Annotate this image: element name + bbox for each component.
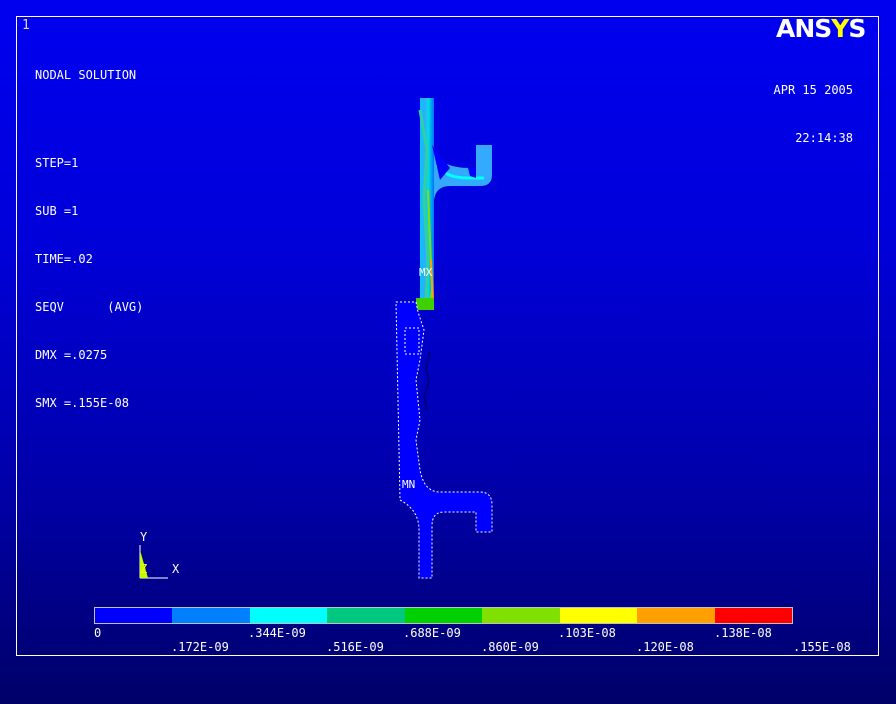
legend-color-segment (95, 608, 173, 623)
contour-legend-bar (94, 607, 793, 624)
legend-label: .688E-09 (403, 626, 461, 640)
legend-color-segment (249, 608, 328, 623)
legend-label: 0 (94, 626, 102, 640)
min-marker: MN (402, 478, 416, 491)
lower-body (395, 301, 493, 579)
legend-label: .155E-08 (793, 640, 851, 654)
legend-color-segment (714, 608, 792, 623)
legend-label: .344E-09 (248, 626, 306, 640)
triad-y-label: Y (140, 530, 148, 544)
legend-label: .120E-08 (636, 640, 694, 654)
legend-color-segment (559, 608, 638, 623)
legend-label: .516E-09 (326, 640, 384, 654)
legend-label: .103E-08 (558, 626, 616, 640)
legend-color-segment (327, 608, 405, 623)
legend-label: .138E-08 (714, 626, 772, 640)
legend-color-segment (404, 608, 483, 623)
triad-z-label: Z (140, 562, 148, 576)
max-marker: MX (419, 266, 433, 279)
triad-x-label: X (172, 562, 180, 576)
legend-color-segment (637, 608, 715, 623)
legend-label: .860E-09 (481, 640, 539, 654)
legend-color-segment (482, 608, 560, 623)
legend-label: .172E-09 (171, 640, 229, 654)
legend-color-segment (172, 608, 250, 623)
lower-component (395, 301, 493, 579)
upper-tip (416, 298, 434, 310)
model-plot (139, 98, 493, 579)
lower-contact-edge (422, 351, 431, 411)
